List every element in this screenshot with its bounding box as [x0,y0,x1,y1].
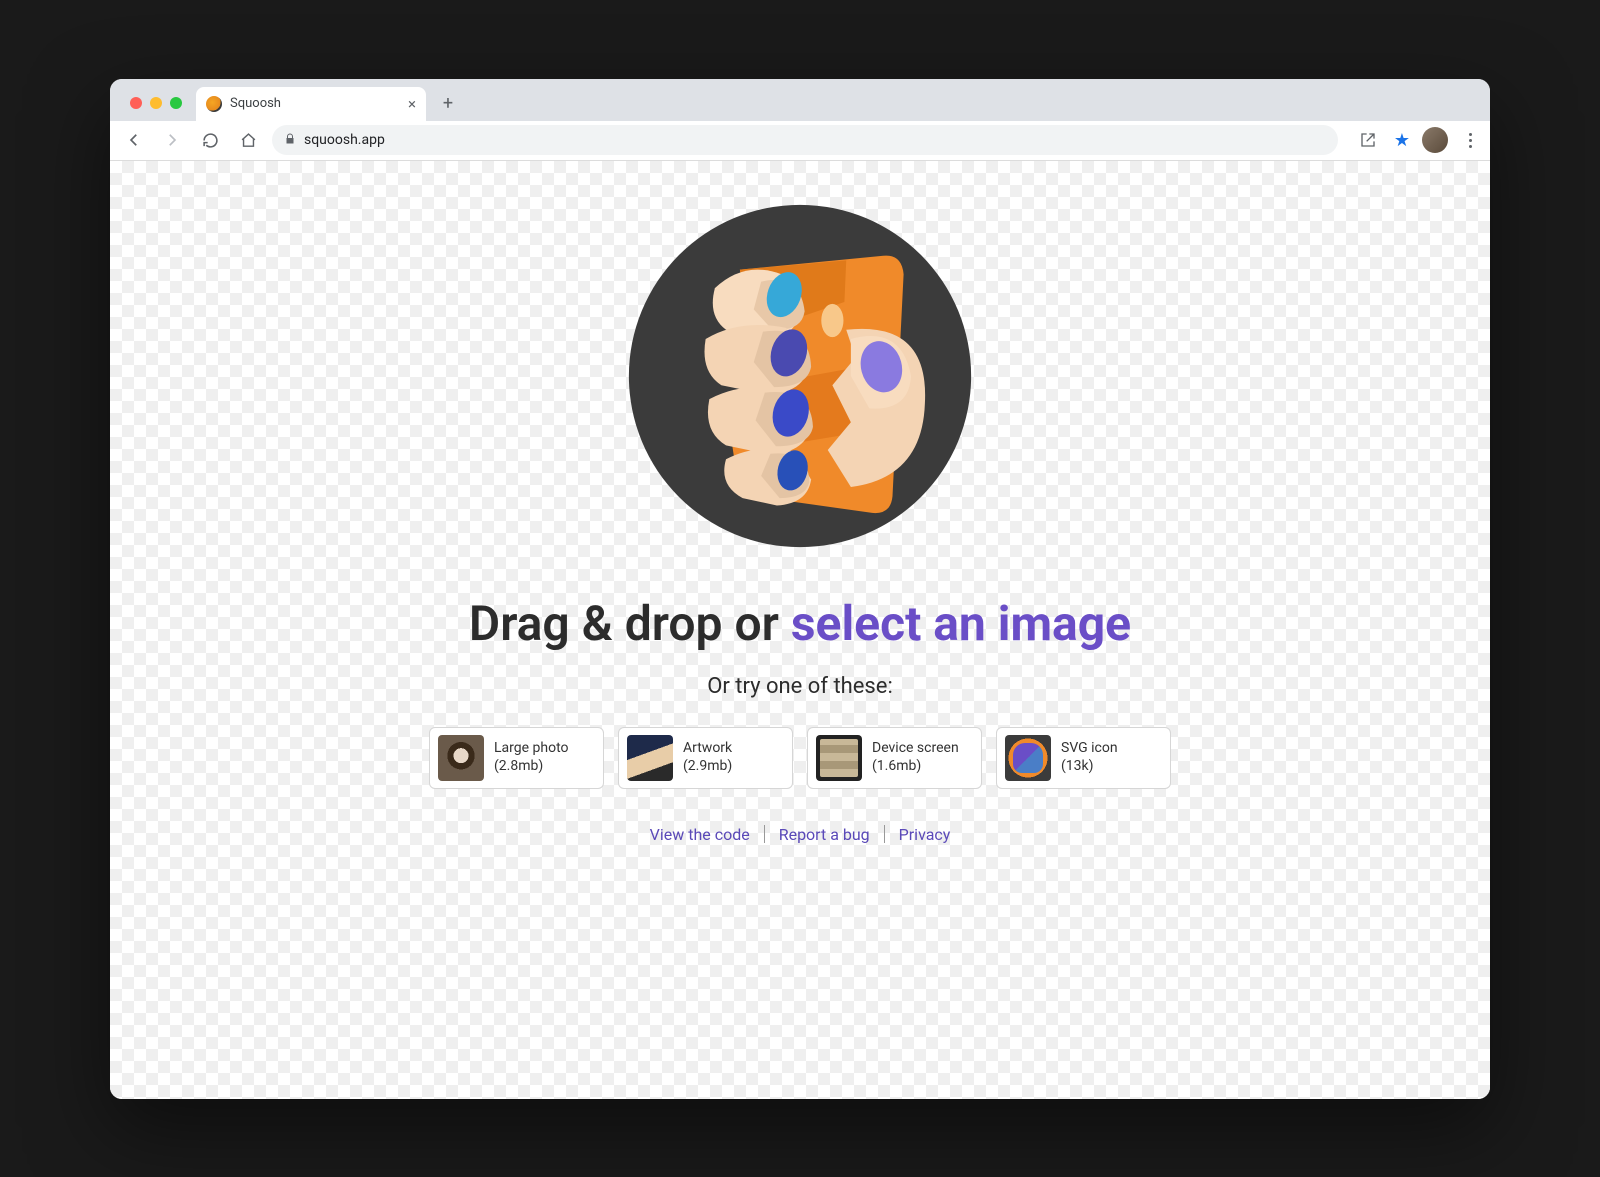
traffic-lights[interactable] [122,97,190,121]
sample-label: Device screen [872,740,959,758]
sample-size: (2.9mb) [683,758,732,776]
headline-prefix: Drag & drop or [469,595,791,652]
sample-label: Large photo [494,740,569,758]
toolbar-right: ★ [1348,126,1480,154]
report-bug-link[interactable]: Report a bug [779,825,870,844]
bookmark-star-icon[interactable]: ★ [1394,130,1410,151]
close-tab-icon[interactable]: × [408,95,416,113]
separator-icon [884,825,885,843]
window-maximize-icon[interactable] [170,97,182,109]
new-tab-button[interactable]: + [434,90,462,118]
window-close-icon[interactable] [130,97,142,109]
sample-device-screen[interactable]: Device screen (1.6mb) [807,727,982,789]
forward-button[interactable] [158,126,186,154]
select-image-link[interactable]: select an image [791,595,1131,652]
sample-size: (13k) [1061,758,1118,776]
sample-size: (2.8mb) [494,758,569,776]
sample-label: Artwork [683,740,732,758]
sample-thumb-icon [816,735,862,781]
profile-avatar[interactable] [1422,127,1448,153]
squoosh-favicon-icon [206,96,222,112]
menu-button[interactable] [1460,133,1480,148]
sample-artwork[interactable]: Artwork (2.9mb) [618,727,793,789]
sample-label: SVG icon [1061,740,1118,758]
sample-thumb-icon [438,735,484,781]
sample-svg-icon[interactable]: SVG icon (13k) [996,727,1171,789]
back-button[interactable] [120,126,148,154]
sample-size: (1.6mb) [872,758,959,776]
lock-icon [284,133,296,148]
toolbar: squoosh.app ★ [110,121,1490,161]
open-external-icon[interactable] [1354,126,1382,154]
sample-thumb-icon [1005,735,1051,781]
browser-tab[interactable]: Squoosh × [196,87,426,121]
url-text: squoosh.app [304,132,1326,148]
window-minimize-icon[interactable] [150,97,162,109]
subheading: Or try one of these: [707,674,893,699]
titlebar: Squoosh × + [110,79,1490,121]
sample-large-photo[interactable]: Large photo (2.8mb) [429,727,604,789]
browser-window: Squoosh × + squoosh.app ★ [110,79,1490,1099]
page-content[interactable]: Drag & drop or select an image Or try on… [110,161,1490,1099]
view-code-link[interactable]: View the code [650,825,750,844]
sample-row: Large photo (2.8mb) Artwork (2.9mb) Devi… [429,727,1171,789]
footer-links: View the code Report a bug Privacy [650,825,951,844]
home-button[interactable] [234,126,262,154]
address-bar[interactable]: squoosh.app [272,125,1338,155]
squoosh-logo-icon [615,191,985,565]
privacy-link[interactable]: Privacy [899,825,951,844]
tab-title: Squoosh [230,96,400,111]
sample-thumb-icon [627,735,673,781]
headline: Drag & drop or select an image [469,595,1131,652]
reload-button[interactable] [196,126,224,154]
separator-icon [764,825,765,843]
